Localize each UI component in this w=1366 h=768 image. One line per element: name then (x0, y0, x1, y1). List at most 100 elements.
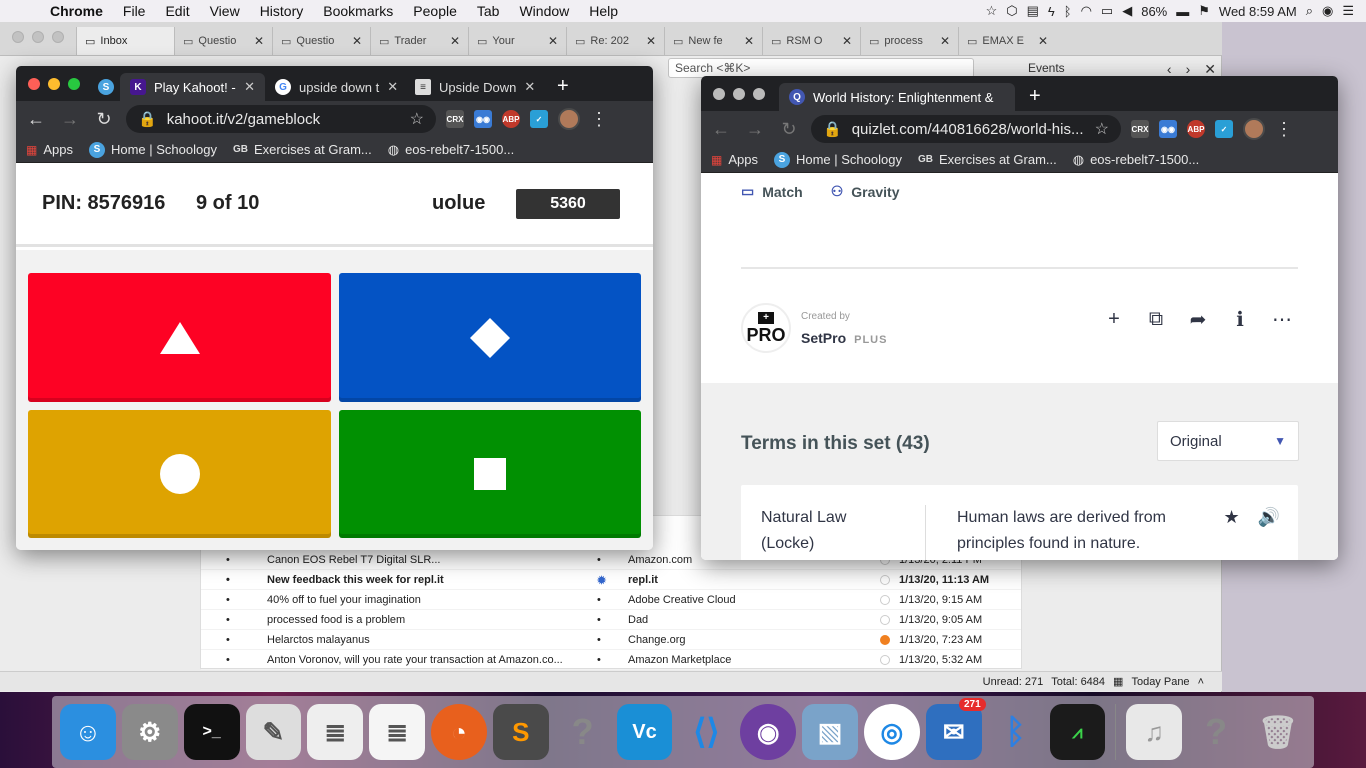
kebab-menu-icon[interactable]: ⋮ (1275, 119, 1293, 140)
minimize-window-button[interactable] (733, 87, 745, 100)
back-icon[interactable]: ← (709, 119, 733, 140)
close-icon[interactable]: ✕ (1038, 34, 1048, 48)
volume-icon[interactable]: ◀ (1122, 3, 1132, 19)
bookmark-apps[interactable]: ▦ Apps (26, 142, 73, 157)
crx-extension-icon[interactable]: CRX (446, 110, 464, 128)
table-row[interactable]: • processed food is a problem • Dad 1/13/20,… (201, 610, 1021, 630)
menu-bookmarks[interactable]: Bookmarks (313, 3, 403, 19)
mail-tab[interactable]: ▭ Trader ✕ (370, 27, 468, 55)
mail-close-button[interactable] (12, 31, 24, 43)
wifi-icon[interactable]: ◠ (1081, 3, 1092, 19)
reload-icon[interactable]: ↻ (777, 119, 801, 140)
terminal-icon[interactable]: >_ (183, 704, 240, 760)
close-icon[interactable]: ✕ (744, 34, 754, 48)
activity-monitor-icon[interactable]: ⩘ (1049, 704, 1106, 760)
textedit-icon[interactable]: ≣ (369, 704, 426, 760)
fire-icon[interactable] (880, 634, 890, 645)
table-row[interactable]: • 40% off to fuel your imagination • Adobe … (201, 590, 1021, 610)
answer-button-green[interactable] (339, 410, 641, 538)
today-pane-toggle[interactable]: Today Pane (1131, 676, 1189, 688)
close-icon[interactable]: ✕ (842, 34, 852, 48)
back-icon[interactable]: ← (24, 109, 48, 130)
close-tab-icon[interactable]: ✕ (244, 79, 255, 95)
add-to-class-icon[interactable]: + (1098, 303, 1130, 335)
menu-help[interactable]: Help (579, 3, 628, 19)
answer-button-yellow[interactable] (28, 410, 331, 538)
vscode-icon[interactable]: ⟨⟩ (678, 704, 734, 760)
chevron-left-icon[interactable]: ‹ (1167, 61, 1172, 77)
mail-minimize-button[interactable] (32, 31, 44, 43)
forward-icon[interactable]: → (58, 109, 82, 130)
star-icon[interactable]: ★ (1223, 507, 1239, 528)
question-mark-icon[interactable]: ? (555, 704, 611, 760)
github-desktop-icon[interactable]: ◉ (740, 704, 797, 760)
tab-upside-down-search[interactable]: G upside down t ✕ (265, 73, 405, 101)
address-bar[interactable]: 🔒 quizlet.com/440816628/world-his... ☆ (811, 115, 1121, 143)
crx-extension-icon[interactable]: CRX (1131, 120, 1149, 138)
airplay-icon[interactable]: ▭ (1101, 3, 1113, 19)
close-icon[interactable]: ✕ (646, 34, 656, 48)
bookmark-star-icon[interactable]: ☆ (1095, 119, 1109, 139)
answer-button-red[interactable] (28, 273, 331, 402)
abp-extension-icon[interactable]: ABP (1187, 120, 1205, 138)
menu-people[interactable]: People (403, 3, 467, 19)
bookmark-star-icon[interactable]: ☆ (410, 109, 424, 129)
bookmark-eos[interactable]: ◍ eos-rebelt7-1500... (388, 142, 514, 158)
preview-icon[interactable]: ▧ (802, 704, 858, 760)
star-status-icon[interactable]: ☆ (986, 3, 998, 19)
mail-tab[interactable]: ▭ EMAX E ✕ (958, 27, 1056, 55)
reload-icon[interactable]: ↻ (92, 109, 116, 130)
close-icon[interactable]: ✕ (352, 34, 362, 48)
share-icon[interactable]: ➦ (1182, 303, 1214, 335)
new-tab-button[interactable]: + (1029, 85, 1041, 108)
mail-search-input[interactable]: Search <⌘K> (668, 58, 974, 78)
mail-tab[interactable]: ▭ New fe ✕ (664, 27, 762, 55)
bookmark-grammar[interactable]: GB Exercises at Gram... (233, 142, 372, 157)
bookmark-schoology[interactable]: S Home | Schoology (773, 151, 902, 168)
bluetooth-icon[interactable]: ᛒ (988, 704, 1044, 760)
bookmark-schoology[interactable]: S Home | Schoology (88, 141, 217, 158)
mail-tab[interactable]: ▭ RSM O ✕ (762, 27, 860, 55)
copy-icon[interactable]: ⧉ (1140, 303, 1172, 335)
chrome-icon[interactable]: ◎ (863, 704, 920, 760)
owl-extension-icon[interactable]: ◉◉ (474, 110, 492, 128)
mail-tab[interactable]: ▭ Questio ✕ (272, 27, 370, 55)
trash-icon[interactable]: 🗑 (1250, 704, 1306, 760)
bookmark-eos[interactable]: ◍ eos-rebelt7-1500... (1073, 152, 1199, 168)
spotlight-search-icon[interactable]: ⌕ (1306, 3, 1313, 19)
pro-avatar[interactable]: + PRO (741, 303, 791, 353)
chevron-up-icon[interactable]: ˄ (1198, 676, 1204, 688)
system-preferences-icon[interactable]: ⚙ (121, 704, 178, 760)
finder-icon[interactable]: ☺ (60, 704, 116, 760)
creator-name[interactable]: SetPro (801, 330, 846, 346)
table-row[interactable]: • Anton Voronov, will you rate your trans… (201, 650, 1021, 670)
bluetooth-status-icon[interactable]: ᛒ (1064, 4, 1072, 19)
profile-avatar[interactable] (558, 108, 580, 130)
chart-extension-icon[interactable]: ✓ (530, 110, 548, 128)
close-icon[interactable]: ✕ (450, 34, 460, 48)
close-icon[interactable]: ✕ (254, 34, 264, 48)
tab-quizlet[interactable]: Q World History: Enlightenment & (779, 83, 1015, 111)
mail-tab[interactable]: ▭ process ✕ (860, 27, 958, 55)
forward-icon[interactable]: → (743, 119, 767, 140)
firefox-icon[interactable]: ◔ (431, 704, 487, 760)
close-tab-icon[interactable]: ✕ (387, 79, 398, 95)
new-tab-button[interactable]: + (557, 75, 569, 98)
menu-view[interactable]: View (200, 3, 250, 19)
zoom-window-button[interactable] (753, 87, 765, 100)
notification-center-icon[interactable]: ☰ (1342, 3, 1354, 19)
study-mode-gravity[interactable]: ⚇ Gravity (831, 183, 900, 200)
flag-icon[interactable] (880, 614, 890, 625)
mail-tab[interactable]: ▭ Your ✕ (468, 27, 566, 55)
close-tab-icon[interactable]: ✕ (524, 79, 535, 95)
answer-button-blue[interactable] (339, 273, 641, 402)
chevron-right-icon[interactable]: › (1186, 61, 1191, 77)
menu-tab[interactable]: Tab (467, 3, 510, 19)
bolt-status-icon[interactable]: ϟ (1048, 4, 1055, 19)
close-icon[interactable]: ✕ (548, 34, 558, 48)
table-row[interactable]: • New feedback this week for repl.it ✹ repl… (201, 570, 1021, 590)
menu-history[interactable]: History (250, 3, 314, 19)
bookmark-grammar[interactable]: GB Exercises at Gram... (918, 152, 1057, 167)
close-window-button[interactable] (713, 87, 725, 100)
question-mark-icon[interactable]: ? (1188, 704, 1244, 760)
